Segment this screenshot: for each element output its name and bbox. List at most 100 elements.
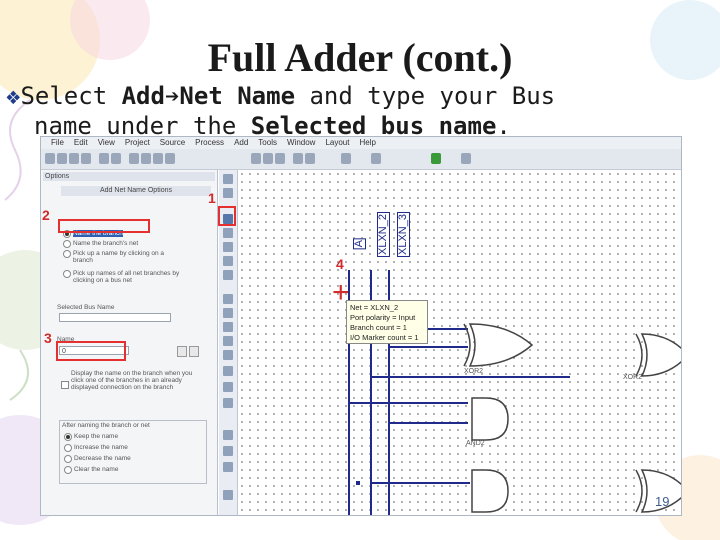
net-label-xlxn2[interactable]: XLXN_2 <box>377 212 390 257</box>
or-gate-bottom[interactable] <box>470 466 510 516</box>
main-toolbar <box>41 149 681 170</box>
bullet-line2-post: . <box>496 112 511 140</box>
after-naming-label: After naming the branch or net <box>62 422 150 429</box>
xor-gate-2-label: XOR2 <box>623 374 643 381</box>
add-gnd-icon[interactable] <box>223 462 233 472</box>
ise-screenshot: File Edit View Project Source Process Add Tools… <box>40 136 682 516</box>
tooltip-port-polarity: Port polarity = Input <box>350 313 416 322</box>
paste-icon[interactable] <box>153 153 163 164</box>
xor-gate-1[interactable] <box>458 320 538 370</box>
radio-increase-name-label: Increase the name <box>74 444 128 451</box>
radio-keep-name[interactable] <box>64 433 72 441</box>
radio-pick-all-names[interactable] <box>63 270 71 278</box>
cursor-crosshair-icon: + <box>332 276 350 309</box>
save-icon[interactable] <box>69 153 79 164</box>
options-panel-header: Options <box>43 172 215 181</box>
radio-pick-all-names-label: Pick up names of all net branches by cli… <box>73 270 180 284</box>
tooltip-net: Net = XLXN_2 <box>350 303 399 312</box>
open-icon[interactable] <box>57 153 67 164</box>
slide-title: Full Adder (cont.) <box>207 35 513 80</box>
add-rectangle-icon[interactable] <box>223 336 233 346</box>
select-pointer-icon[interactable] <box>223 174 233 184</box>
bullet-line-1: ❖Select Add➔Net Name and type your Bus <box>6 82 720 110</box>
and-gate-label: AND2 <box>466 440 485 447</box>
window-icon[interactable] <box>371 153 381 164</box>
radio-pick-name-label: Pick up a name by clicking on a branch <box>73 250 165 264</box>
selected-bus-name-input[interactable] <box>59 313 171 322</box>
bullet-text-pre: Select <box>20 82 122 110</box>
add-pin-icon[interactable] <box>223 398 233 408</box>
add-image-icon[interactable] <box>223 366 233 376</box>
name-branch-highlight-box <box>58 219 150 233</box>
add-arc-icon[interactable] <box>223 294 233 304</box>
new-icon[interactable] <box>45 153 55 164</box>
after-naming-group: After naming the branch or net Keep the … <box>59 420 207 484</box>
add-wire-icon[interactable] <box>223 188 233 198</box>
radio-pick-name[interactable] <box>63 250 71 258</box>
add-instance-name-icon[interactable] <box>223 382 233 392</box>
zoom-in-icon[interactable] <box>251 153 261 164</box>
step-3-number: 3 <box>44 330 52 346</box>
delete-icon[interactable] <box>165 153 175 164</box>
add-symbol-icon[interactable] <box>223 270 233 280</box>
name-scroll-left-button[interactable] <box>177 346 187 357</box>
undo-icon[interactable] <box>99 153 109 164</box>
add-io-marker-icon[interactable] <box>223 256 233 266</box>
schematic-canvas[interactable]: A XLXN_2 XLXN_3 XOR2 XOR2 AND2 Net = XLX… <box>238 170 681 515</box>
run-icon[interactable] <box>431 153 441 164</box>
wire-h4[interactable] <box>348 402 468 404</box>
bullet-line-2: name under the Selected bus name. <box>34 112 511 140</box>
tooltip-branch-count: Branch count = 1 <box>350 323 407 332</box>
redo-icon[interactable] <box>111 153 121 164</box>
zoom-fit-icon[interactable] <box>275 153 285 164</box>
radio-increase-name[interactable] <box>64 444 72 452</box>
and-gate[interactable] <box>470 394 510 444</box>
step-4-number: 4 <box>336 256 344 272</box>
copy-icon[interactable] <box>141 153 151 164</box>
grid-icon[interactable] <box>293 153 303 164</box>
help-icon[interactable] <box>461 153 471 164</box>
radio-clear-name[interactable] <box>64 466 72 474</box>
radio-clear-name-label: Clear the name <box>74 466 119 473</box>
more-tools-icon[interactable] <box>223 490 233 500</box>
add-circle-icon[interactable] <box>223 308 233 318</box>
add-net-name-highlight-box <box>218 206 236 226</box>
net-label-a[interactable]: A <box>353 238 366 250</box>
wire-h5[interactable] <box>388 422 468 424</box>
rename-bus-icon[interactable] <box>223 228 233 238</box>
bullet-text-post: and type your Bus <box>295 82 556 110</box>
add-bus-tap-icon[interactable] <box>223 242 233 252</box>
radio-name-branch-net[interactable] <box>63 240 71 248</box>
wire-h2[interactable] <box>388 346 468 348</box>
add-text-icon[interactable] <box>223 350 233 360</box>
cut-icon[interactable] <box>129 153 139 164</box>
radio-decrease-name[interactable] <box>64 455 72 463</box>
net-info-tooltip: Net = XLXN_2 Port polarity = Input Branc… <box>346 300 428 344</box>
xor-gate-2[interactable] <box>630 330 682 380</box>
io-marker-node-2[interactable] <box>356 481 360 485</box>
bullet-add-text: Add <box>121 82 165 110</box>
add-junction-icon[interactable] <box>223 430 233 440</box>
step-2-number: 2 <box>42 207 50 223</box>
net-label-xlxn3[interactable]: XLXN_3 <box>397 212 410 257</box>
wire-h3[interactable] <box>370 376 570 378</box>
zoom-out-icon[interactable] <box>263 153 273 164</box>
wire-h6[interactable] <box>370 482 470 484</box>
select-icon[interactable] <box>305 153 315 164</box>
radio-keep-name-label: Keep the name <box>74 433 119 440</box>
add-line-icon[interactable] <box>223 322 233 332</box>
print-icon[interactable] <box>81 153 91 164</box>
right-arrow-icon: ➔ <box>164 82 180 110</box>
page-number: 19 <box>655 494 670 509</box>
options-panel-subheader: Add Net Name Options <box>61 186 211 196</box>
diamond-bullet-icon: ❖ <box>6 82 21 110</box>
check-schematic-icon[interactable] <box>341 153 351 164</box>
step-1-number: 1 <box>208 190 216 206</box>
add-vcc-icon[interactable] <box>223 446 233 456</box>
radio-decrease-name-label: Decrease the name <box>74 455 131 462</box>
bullet-selected-bus-text: Selected bus name <box>250 112 497 140</box>
display-name-checkbox[interactable] <box>61 381 69 389</box>
tooltip-io-marker-count: I/O Marker count = 1 <box>350 333 419 342</box>
display-name-checkbox-label: Display the name on the branch when you … <box>71 370 193 391</box>
name-scroll-right-button[interactable] <box>189 346 199 357</box>
